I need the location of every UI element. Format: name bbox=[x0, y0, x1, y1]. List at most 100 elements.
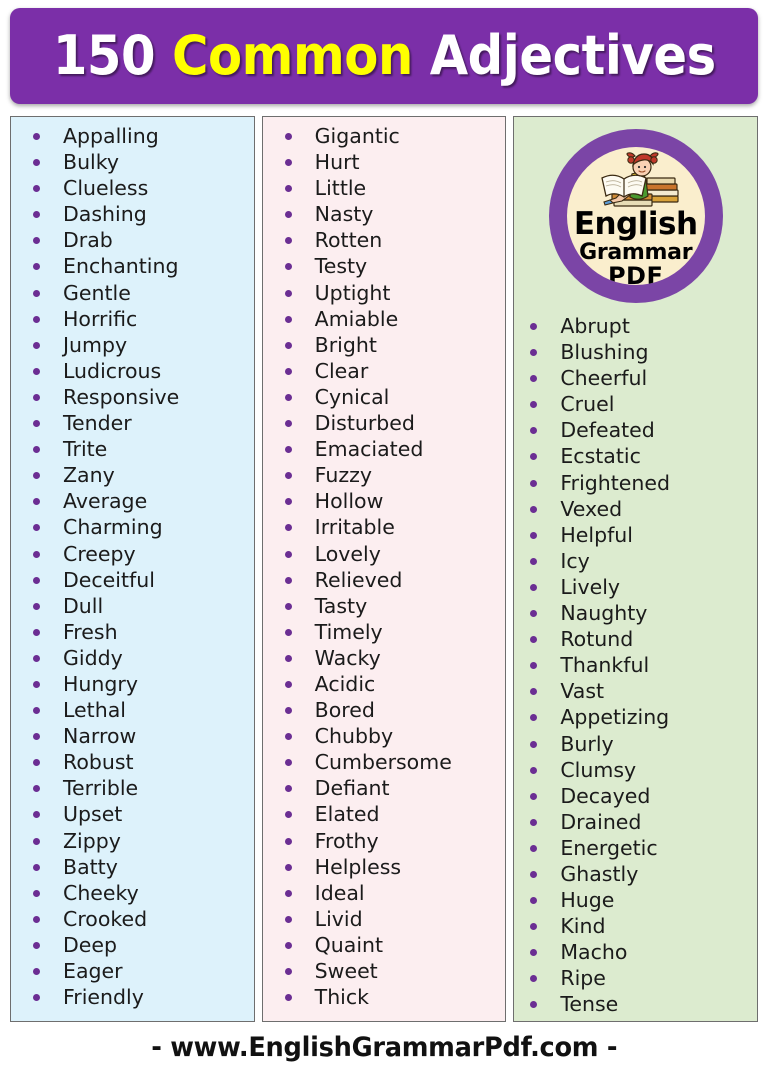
list-item: Irritable bbox=[267, 514, 502, 540]
list-item: Responsive bbox=[15, 384, 250, 410]
list-item: Burly bbox=[518, 731, 753, 757]
list-item: Average bbox=[15, 488, 250, 514]
list-item: Lovely bbox=[267, 541, 502, 567]
list-item: Helpless bbox=[267, 854, 502, 880]
list-item: Timely bbox=[267, 619, 502, 645]
list-item: Acidic bbox=[267, 671, 502, 697]
list-item: Relieved bbox=[267, 567, 502, 593]
list-item: Hurt bbox=[267, 149, 502, 175]
list-item: Amiable bbox=[267, 306, 502, 332]
list-item: Rotund bbox=[518, 626, 753, 652]
list-item: Blushing bbox=[518, 339, 753, 365]
list-item: Nasty bbox=[267, 201, 502, 227]
list-item: Icy bbox=[518, 548, 753, 574]
list-item: Ghastly bbox=[518, 861, 753, 887]
list-item: Vexed bbox=[518, 496, 753, 522]
list-item: Terrible bbox=[15, 775, 250, 801]
list-item: Elated bbox=[267, 801, 502, 827]
list-item: Batty bbox=[15, 854, 250, 880]
list-item: Zippy bbox=[15, 828, 250, 854]
list-item: Cheerful bbox=[518, 365, 753, 391]
list-item: Drab bbox=[15, 227, 250, 253]
list-item: Clueless bbox=[15, 175, 250, 201]
list-item: Energetic bbox=[518, 835, 753, 861]
list-item: Eager bbox=[15, 958, 250, 984]
list-item: Little bbox=[267, 175, 502, 201]
word-list-1: Appalling Bulky Clueless Dashing Drab Enchant… bbox=[15, 123, 250, 1010]
list-item: Cheeky bbox=[15, 880, 250, 906]
list-item: Sweet bbox=[267, 958, 502, 984]
list-item: Macho bbox=[518, 939, 753, 965]
word-columns: Appalling Bulky Clueless Dashing Drab Enchant… bbox=[10, 116, 759, 1022]
list-item: Horrific bbox=[15, 306, 250, 332]
list-item: Upset bbox=[15, 801, 250, 827]
list-item: Hungry bbox=[15, 671, 250, 697]
list-item: Tender bbox=[15, 410, 250, 436]
title-subject: Adjectives bbox=[412, 24, 716, 87]
list-item: Quaint bbox=[267, 932, 502, 958]
list-item: Rotten bbox=[267, 227, 502, 253]
list-item: Lethal bbox=[15, 697, 250, 723]
page-title: 150 Common Adjectives bbox=[53, 29, 716, 83]
list-item: Dashing bbox=[15, 201, 250, 227]
list-item: Ludicrous bbox=[15, 358, 250, 384]
poster-page: 150 Common Adjectives Appalling Bulky Clue… bbox=[0, 0, 768, 1075]
list-item: Creepy bbox=[15, 541, 250, 567]
list-item: Defeated bbox=[518, 417, 753, 443]
list-item: Friendly bbox=[15, 984, 250, 1010]
list-item: Chubby bbox=[267, 723, 502, 749]
list-item: Charming bbox=[15, 514, 250, 540]
girl-reading-book-icon bbox=[600, 152, 679, 207]
website-url: - www.EnglishGrammarPdf.com - bbox=[151, 1031, 617, 1063]
logo-line-grammar: Grammar bbox=[579, 240, 693, 265]
list-item: Robust bbox=[15, 749, 250, 775]
list-item: Drained bbox=[518, 809, 753, 835]
list-item: Deep bbox=[15, 932, 250, 958]
list-item: Gigantic bbox=[267, 123, 502, 149]
list-item: Vast bbox=[518, 678, 753, 704]
list-item: Appalling bbox=[15, 123, 250, 149]
word-list-2: Gigantic Hurt Little Nasty Rotten Testy Uptigh… bbox=[267, 123, 502, 1010]
list-item: Zany bbox=[15, 462, 250, 488]
list-item: Frothy bbox=[267, 828, 502, 854]
list-item: Bulky bbox=[15, 149, 250, 175]
list-item: Cruel bbox=[518, 391, 753, 417]
list-item: Kind bbox=[518, 913, 753, 939]
logo-line-english: English bbox=[573, 206, 698, 242]
list-item: Giddy bbox=[15, 645, 250, 671]
list-item: Emaciated bbox=[267, 436, 502, 462]
list-item: Crooked bbox=[15, 906, 250, 932]
list-item: Hollow bbox=[267, 488, 502, 514]
list-item: Frightened bbox=[518, 470, 753, 496]
list-item: Clear bbox=[267, 358, 502, 384]
list-item: Cynical bbox=[267, 384, 502, 410]
logo-line-pdf: PDF bbox=[607, 262, 664, 285]
list-item: Uptight bbox=[267, 280, 502, 306]
list-item: Narrow bbox=[15, 723, 250, 749]
list-item: Thankful bbox=[518, 652, 753, 678]
list-item: Testy bbox=[267, 253, 502, 279]
list-item: Clumsy bbox=[518, 757, 753, 783]
list-item: Jumpy bbox=[15, 332, 250, 358]
list-item: Thick bbox=[267, 984, 502, 1010]
list-item: Bright bbox=[267, 332, 502, 358]
list-item: Gentle bbox=[15, 280, 250, 306]
list-item: Fuzzy bbox=[267, 462, 502, 488]
list-item: Livid bbox=[267, 906, 502, 932]
list-item: Wacky bbox=[267, 645, 502, 671]
list-item: Ecstatic bbox=[518, 443, 753, 469]
list-item: Bored bbox=[267, 697, 502, 723]
list-item: Disturbed bbox=[267, 410, 502, 436]
title-count: 150 bbox=[52, 24, 172, 87]
list-item: Tasty bbox=[267, 593, 502, 619]
list-item: Enchanting bbox=[15, 253, 250, 279]
list-item: Helpful bbox=[518, 522, 753, 548]
title-highlight: Common bbox=[171, 24, 413, 87]
list-item: Ideal bbox=[267, 880, 502, 906]
list-item: Lively bbox=[518, 574, 753, 600]
list-item: Defiant bbox=[267, 775, 502, 801]
list-item: Tense bbox=[518, 991, 753, 1017]
list-item: Huge bbox=[518, 887, 753, 913]
list-item: Trite bbox=[15, 436, 250, 462]
poster-footer: - www.EnglishGrammarPdf.com - bbox=[10, 1022, 758, 1072]
